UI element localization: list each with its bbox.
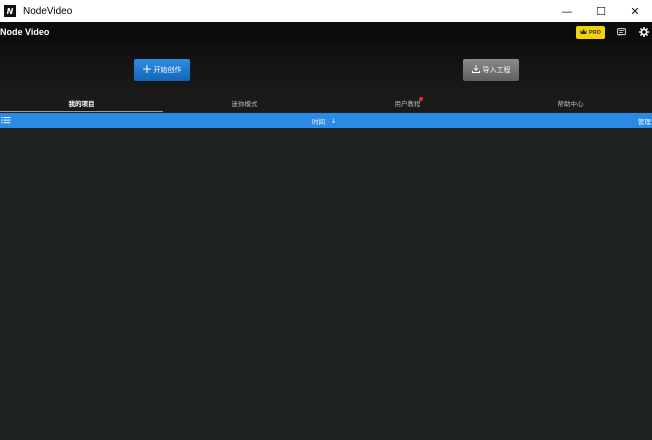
arrow-down-icon: ↓ [331,117,337,125]
tab-bar: 我的项目 迷你模式 用户教程 帮助中心 [0,94,652,112]
tab-label: 用户教程 [394,100,421,108]
tab-label: 我的项目 [68,100,95,108]
action-area: 开始创作 导入工程 [0,44,652,94]
sort-bar: 时间 ↓ 管理 [0,113,652,128]
brand-title: Node Video [0,27,50,37]
gear-icon[interactable] [638,26,650,38]
notification-badge [419,97,423,101]
import-project-label: 导入工程 [482,66,511,74]
app-logo-icon: N [4,5,16,17]
window-title: NodeVideo [23,5,73,17]
app-header: Node Video PRO [0,22,652,44]
minimize-button[interactable]: — [550,0,584,22]
tab-label: 帮助中心 [557,100,584,108]
import-project-button[interactable]: 导入工程 [463,59,519,81]
title-bar: N NodeVideo — ☐ ✕ [0,0,652,22]
manage-button[interactable]: 管理 [638,116,651,126]
tab-label: 迷你模式 [231,100,258,108]
download-icon [471,64,480,76]
start-create-button[interactable]: 开始创作 [134,59,190,81]
project-list [0,128,652,440]
tab-user-tutorial[interactable]: 用户教程 [326,94,489,112]
maximize-button[interactable]: ☐ [584,0,618,22]
crown-icon [580,28,588,37]
pro-button[interactable]: PRO [576,26,605,39]
comment-icon[interactable] [615,26,627,38]
sort-label: 时间 [312,118,325,126]
pro-label: PRO [589,29,601,36]
tab-mini-mode[interactable]: 迷你模式 [163,94,326,112]
close-button[interactable]: ✕ [618,0,652,22]
tab-my-projects[interactable]: 我的项目 [0,94,163,112]
window-controls: — ☐ ✕ [550,0,652,22]
app-window: N NodeVideo — ☐ ✕ Node Video PRO 开始创作 导入… [0,0,652,440]
plus-icon [142,64,151,76]
list-view-icon[interactable] [1,114,11,126]
start-create-label: 开始创作 [153,66,182,74]
tab-help-center[interactable]: 帮助中心 [489,94,652,112]
sort-by-time-button[interactable]: 时间 ↓ [312,116,336,126]
